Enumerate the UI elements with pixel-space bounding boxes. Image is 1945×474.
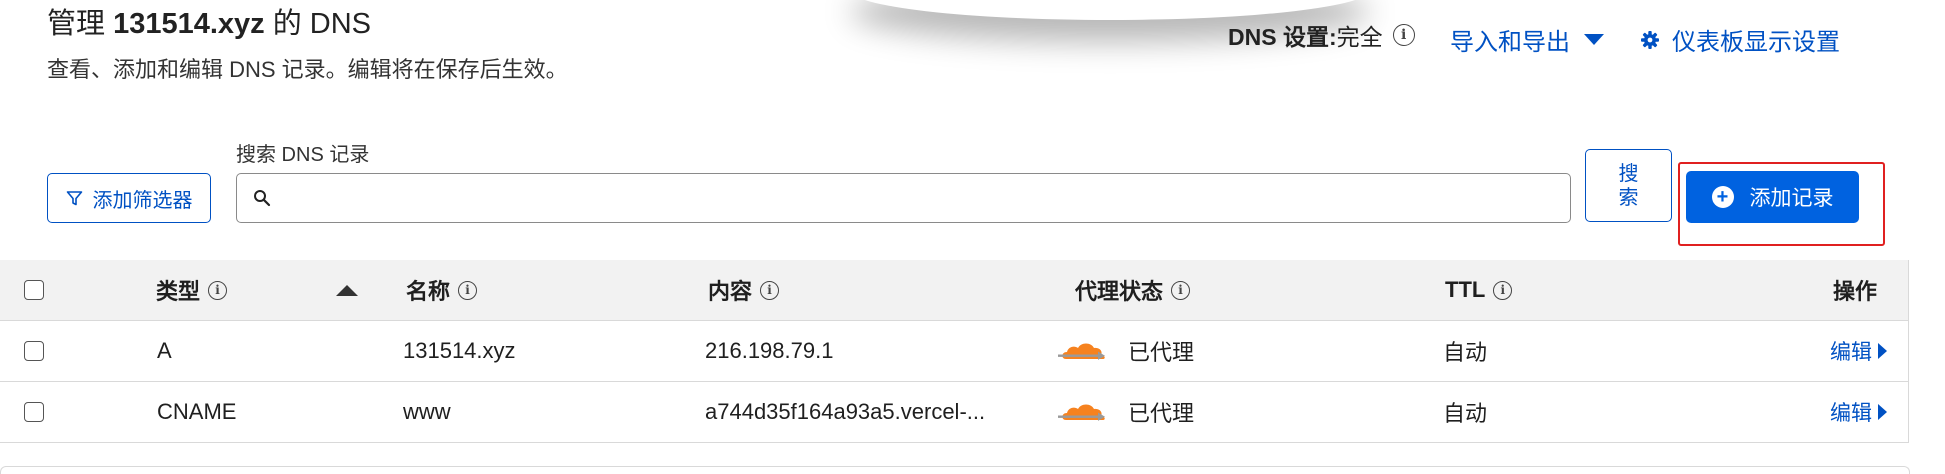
info-icon[interactable]: i	[1392, 24, 1415, 46]
column-proxy-status[interactable]: 代理状态 i	[1075, 260, 1191, 320]
search-input[interactable]	[279, 177, 1570, 219]
info-icon[interactable]: i	[458, 280, 478, 300]
search-button-label: 搜索	[1618, 162, 1639, 209]
dns-setting-label: DNS 设置:	[1228, 24, 1337, 50]
edit-cell: 编辑	[1830, 321, 1887, 381]
record-content: a744d35f164a93a5.vercel-...	[705, 399, 986, 424]
record-name: www	[403, 399, 451, 424]
dns-records-table: 类型 i 名称 i 内容 i 代理状态 i TTL i 操作 A 131514.…	[0, 260, 1909, 443]
dashboard-display-settings-link[interactable]: 仪表板显示设置	[1640, 22, 1840, 57]
column-ttl-label: TTL	[1445, 277, 1486, 302]
record-proxy-status: 已代理	[1058, 321, 1194, 381]
title-prefix: 管理	[47, 8, 114, 40]
table-header: 类型 i 名称 i 内容 i 代理状态 i TTL i 操作	[0, 260, 1908, 321]
column-proxy-label: 代理状态	[1075, 279, 1164, 304]
record-ttl: 自动	[1443, 401, 1488, 426]
orange-cloud-icon	[1058, 404, 1105, 421]
magnifier-icon	[254, 190, 271, 207]
funnel-icon	[66, 190, 82, 205]
edit-label: 编辑	[1830, 402, 1872, 425]
title-suffix: 的 DNS	[264, 8, 371, 40]
record-name: 131514.xyz	[403, 338, 516, 363]
table-row[interactable]: CNAME www a744d35f164a93a5.vercel-... 已代…	[0, 382, 1908, 443]
caret-right-icon	[1878, 343, 1887, 359]
edit-cell: 编辑	[1830, 382, 1887, 442]
row-checkbox[interactable]	[24, 402, 44, 422]
gear-icon	[1641, 30, 1659, 49]
add-filter-label: 添加筛选器	[92, 189, 193, 212]
column-type-label: 类型	[156, 279, 201, 304]
overlay-shadow	[850, 0, 1370, 20]
import-export-label: 导入和导出	[1450, 29, 1570, 56]
column-content-label: 内容	[708, 279, 753, 304]
dns-setting-status: DNS 设置: 完全 i	[1228, 18, 1415, 52]
plus-circle-icon: +	[1711, 186, 1734, 208]
dns-management-page: 管理 131514.xyz 的 DNS 查看、添加和编辑 DNS 记录。编辑将在…	[0, 0, 1945, 474]
add-record-label: 添加记录	[1749, 187, 1834, 210]
row-checkbox[interactable]	[24, 341, 44, 361]
row-select-cell	[24, 321, 44, 381]
edit-record-link[interactable]: 编辑	[1830, 336, 1887, 366]
add-filter-button[interactable]: 添加筛选器	[47, 173, 211, 223]
record-content: 216.198.79.1	[705, 338, 834, 363]
select-all-checkbox[interactable]	[24, 280, 44, 300]
column-name[interactable]: 名称 i	[406, 260, 478, 320]
caret-right-icon	[1878, 404, 1887, 420]
search-field[interactable]	[236, 173, 1571, 223]
page-subtitle: 查看、添加和编辑 DNS 记录。编辑将在保存后生效。	[47, 57, 568, 82]
column-actions-label: 操作	[1833, 279, 1878, 304]
import-export-dropdown[interactable]: 导入和导出	[1450, 22, 1604, 57]
table-row[interactable]: A 131514.xyz 216.198.79.1 已代理 自动 编辑	[0, 321, 1908, 382]
info-icon[interactable]: i	[760, 280, 780, 300]
next-section-border	[0, 466, 1910, 474]
proxy-status-label: 已代理	[1128, 340, 1195, 365]
info-icon[interactable]: i	[1171, 280, 1191, 300]
info-icon[interactable]: i	[208, 280, 228, 300]
page-title: 管理 131514.xyz 的 DNS	[47, 0, 371, 42]
sort-cell	[336, 260, 358, 320]
record-type: A	[157, 338, 172, 363]
column-type[interactable]: 类型 i	[156, 260, 228, 320]
select-all-cell	[24, 260, 44, 320]
column-name-label: 名称	[406, 279, 451, 304]
record-proxy-status: 已代理	[1058, 382, 1194, 442]
record-ttl: 自动	[1443, 340, 1488, 365]
edit-record-link[interactable]: 编辑	[1830, 397, 1887, 427]
search-button[interactable]: 搜索	[1585, 149, 1672, 222]
edit-label: 编辑	[1830, 341, 1872, 364]
dashboard-settings-label: 仪表板显示设置	[1672, 29, 1840, 56]
column-actions: 操作	[1833, 260, 1877, 320]
column-content[interactable]: 内容 i	[708, 260, 780, 320]
sort-ascending-icon[interactable]	[336, 284, 358, 296]
dns-setting-value: 完全	[1336, 24, 1383, 50]
record-type: CNAME	[157, 399, 237, 424]
add-record-button[interactable]: + 添加记录	[1686, 171, 1859, 223]
proxy-status-label: 已代理	[1128, 401, 1195, 426]
title-domain: 131514.xyz	[113, 8, 265, 40]
search-label: 搜索 DNS 记录	[236, 144, 370, 166]
chevron-down-icon	[1584, 34, 1604, 45]
column-ttl[interactable]: TTL i	[1445, 260, 1513, 320]
info-icon[interactable]: i	[1493, 280, 1513, 300]
row-select-cell	[24, 382, 44, 442]
orange-cloud-icon	[1058, 343, 1105, 360]
